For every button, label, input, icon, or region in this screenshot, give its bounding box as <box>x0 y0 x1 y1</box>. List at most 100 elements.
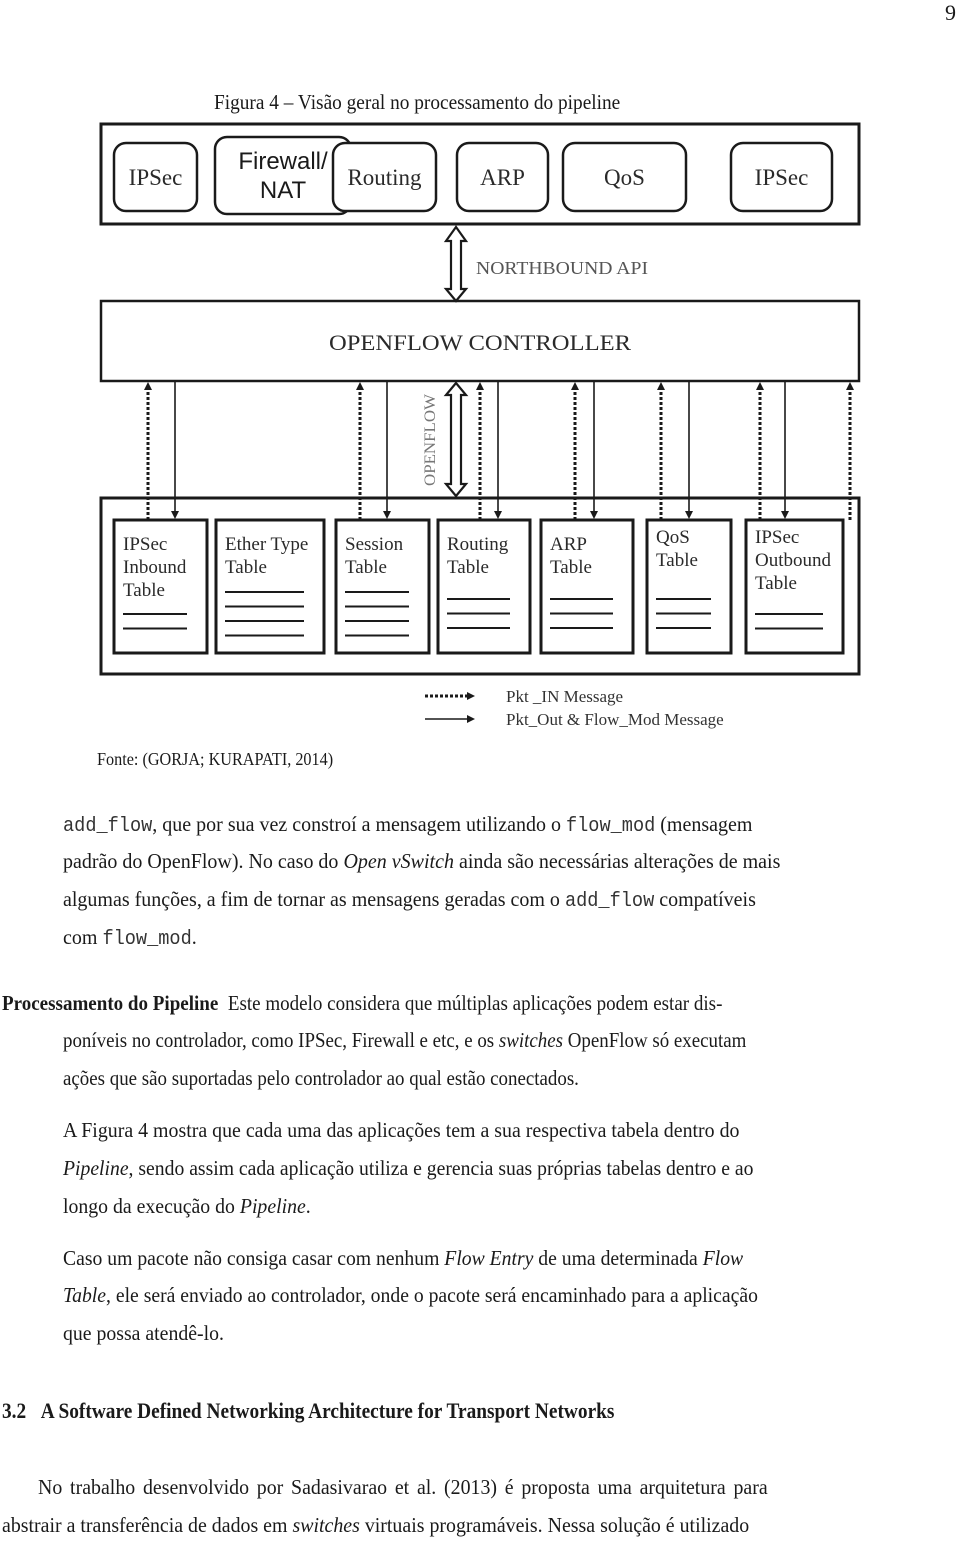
flow-table-label: Table <box>225 557 267 578</box>
flow-table: Ether TypeTable <box>214 518 326 655</box>
section-number: 3.2 <box>2 1398 27 1423</box>
openflow-label: OPENFLOW <box>422 393 439 486</box>
text: Caso um pacote não consiga casar com nen… <box>63 1246 445 1270</box>
application-label: ARP <box>480 165 525 190</box>
application-label: IPSec <box>129 165 183 190</box>
northbound-api-label: NORTHBOUND API <box>476 258 648 278</box>
flow-table-label: Ether Type <box>225 534 308 555</box>
controller-label: OPENFLOW CONTROLLER <box>329 330 631 355</box>
northbound-api-arrow <box>443 225 469 303</box>
application-box: Firewall/NAT <box>213 135 353 216</box>
emphasis: Pipeline <box>63 1156 129 1180</box>
text: de uma determinada <box>533 1246 703 1270</box>
flow-table-label: Routing <box>447 534 509 555</box>
flow-table: IPSecInboundTable <box>112 518 209 655</box>
paragraph-3-line-3: longo da execução do Pipeline. <box>63 1194 311 1219</box>
emphasis: Open vSwitch <box>343 849 454 873</box>
text: compatíveis <box>654 887 756 911</box>
application-label: NAT <box>260 177 307 204</box>
flow-table-label: Table <box>550 557 592 578</box>
paragraph-1-line-4: com flow_mod. <box>63 925 197 951</box>
text: , que por sua vez constroí a mensagem ut… <box>152 812 566 836</box>
emphasis: Table <box>63 1283 107 1307</box>
emphasis: switches <box>292 1513 360 1537</box>
paragraph-3-line-1: A Figura 4 mostra que cada uma das aplic… <box>63 1118 739 1143</box>
flow-table-label: Table <box>123 580 165 601</box>
text: . <box>191 925 197 949</box>
code-add-flow: add_flow <box>63 815 153 838</box>
application-box: IPSec <box>729 141 834 213</box>
code-flow-mod: flow_mod <box>102 928 192 951</box>
paragraph-5-line-2: abstrair a transferência de dados em swi… <box>2 1513 749 1538</box>
text: , ele será enviado ao controlador, onde … <box>106 1283 758 1307</box>
paragraph-1-line-3: algumas funções, a fim de tornar as mens… <box>63 887 756 913</box>
emphasis: Pipeline <box>239 1194 306 1218</box>
flow-table: QoSTable <box>645 518 733 655</box>
text: A Figura 4 mostra que cada uma das aplic… <box>63 1118 740 1142</box>
flow-table-label: Outbound <box>755 550 832 571</box>
pipeline-diagram: IPSecFirewall/NAT Routing ARP QoS IPSec NORT… <box>99 122 861 729</box>
application-label: QoS <box>604 165 645 190</box>
application-box: Routing <box>331 141 438 213</box>
text: abstrair a transferência de dados em <box>2 1513 293 1537</box>
application-box: QoS <box>561 141 688 213</box>
paragraph-4-line-2: Table, ele será enviado ao controlador, … <box>63 1283 758 1308</box>
page-number: 9 <box>945 0 956 25</box>
emphasis: Flow <box>702 1246 744 1270</box>
flow-table-label: Session <box>345 534 404 555</box>
flow-table-label: IPSec <box>123 534 167 555</box>
application-box: ARP <box>455 141 550 213</box>
paragraph-4-line-3: que possa atendê-lo. <box>63 1321 224 1346</box>
text: algumas funções, a fim de tornar as mens… <box>63 887 565 911</box>
paragraph-2-line-2: poníveis no controlador, como IPSec, Fir… <box>63 1028 746 1053</box>
text: OpenFlow só executam <box>562 1028 747 1052</box>
application-label: IPSec <box>755 165 809 190</box>
figure-caption: Figura 4 – Visão geral no processamento … <box>214 90 621 114</box>
text: que possa atendê-lo. <box>63 1321 224 1345</box>
flow-table-label: ARP <box>550 534 587 555</box>
text: poníveis no controlador, como IPSec, Fir… <box>63 1028 499 1052</box>
flow-table-label: IPSec <box>755 527 799 548</box>
legend-label-pkt-out: Pkt_Out & Flow_Mod Message <box>506 710 724 729</box>
emphasis: switches <box>498 1028 563 1052</box>
code-add-flow: add_flow <box>564 890 655 913</box>
text: , sendo assim cada aplicação utiliza e g… <box>128 1156 754 1180</box>
text: Este modelo considera que múltiplas apli… <box>227 991 723 1015</box>
text: ainda são necessárias alterações de mais <box>453 849 781 873</box>
text: (mensagem <box>655 812 753 836</box>
flow-table: SessionTable <box>334 518 431 655</box>
paragraph-4-line-1: Caso um pacote não consiga casar com nen… <box>63 1246 743 1271</box>
text: com <box>63 925 103 949</box>
text: longo da execução do <box>63 1194 240 1218</box>
paragraph-1-line-1: add_flow, que por sua vez constroí a men… <box>63 812 752 838</box>
application-label: Firewall/ <box>238 148 328 175</box>
flow-table-label: Table <box>345 557 387 578</box>
text: ações que são suportadas pelo controlado… <box>63 1066 579 1090</box>
flow-table-label: QoS <box>656 527 690 548</box>
application-box: IPSec <box>112 141 199 213</box>
flow-table-label: Table <box>447 557 489 578</box>
text: padrão do OpenFlow). No caso do <box>63 849 344 873</box>
openflow-arrow <box>443 381 469 498</box>
paragraph-heading: Processamento do Pipeline <box>2 991 219 1015</box>
flow-table-label: Table <box>656 550 698 571</box>
paragraph-1-line-2: padrão do OpenFlow). No caso do Open vSw… <box>63 849 780 874</box>
emphasis: Flow Entry <box>444 1246 534 1270</box>
code-flow-mod: flow_mod <box>565 815 656 838</box>
figure-source: Fonte: (GORJA; KURAPATI, 2014) <box>97 749 334 769</box>
paragraph-5-line-1: No trabalho desenvolvido por Sadasivarao… <box>38 1475 768 1500</box>
flow-table: IPSecOutboundTable <box>744 518 845 655</box>
paragraph-3-line-2: Pipeline, sendo assim cada aplicação uti… <box>63 1156 753 1181</box>
flow-table-label: Table <box>755 573 797 594</box>
paragraph-2-line-3: ações que são suportadas pelo controlado… <box>63 1066 579 1091</box>
text: No trabalho desenvolvido por Sadasivarao… <box>38 1475 768 1499</box>
legend-label-pkt-in: Pkt _IN Message <box>506 687 623 706</box>
flow-table: RoutingTable <box>436 518 532 655</box>
flow-table-label: Inbound <box>123 557 187 578</box>
section-title: A Software Defined Networking Architectu… <box>40 1398 615 1423</box>
section-heading: 3.2 A Software Defined Networking Archit… <box>2 1398 614 1424</box>
paragraph-2-line-1: Processamento do Pipeline Este modelo co… <box>2 991 722 1016</box>
text: . <box>305 1194 311 1218</box>
flow-table: ARPTable <box>539 518 635 655</box>
application-label: Routing <box>347 165 422 190</box>
